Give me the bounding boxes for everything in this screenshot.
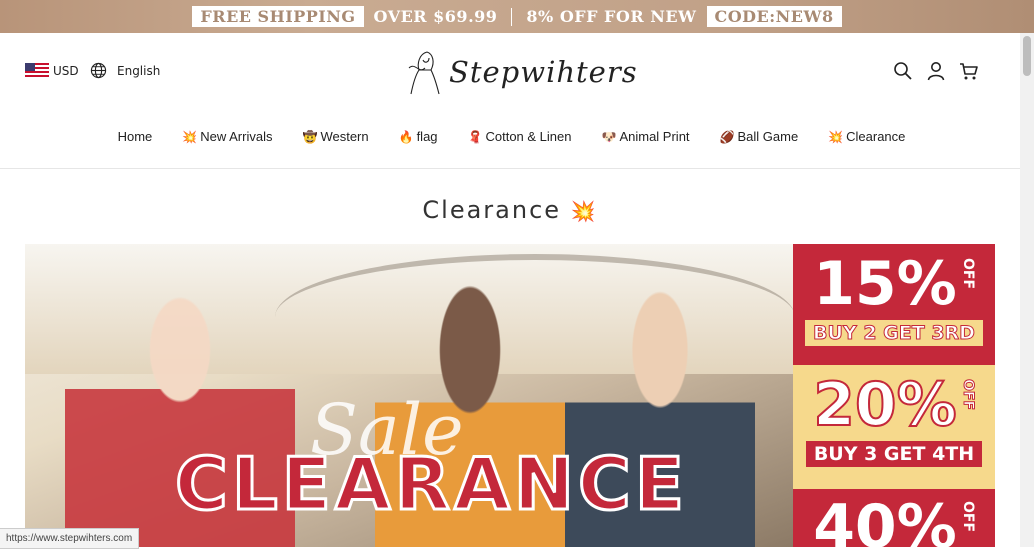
free-shipping-label: FREE SHIPPING <box>192 6 364 27</box>
nav-emoji: 🐶 <box>601 129 617 144</box>
nav-item-western[interactable]: 🤠 Western <box>287 129 383 144</box>
offer-percent-value: 15% <box>813 249 957 319</box>
nav-item-cotton-linen[interactable]: 🧣 Cotton & Linen <box>453 129 587 144</box>
offer-percent-value: 20% <box>812 370 958 440</box>
nav-label: Cotton & Linen <box>485 129 572 144</box>
nav-item-animal-print[interactable]: 🐶 Animal Print <box>587 129 705 144</box>
banner-headline: CLEARANCE <box>173 441 689 528</box>
main-nav: Home 💥 New Arrivals 🤠 Western 🔥 flag 🧣 C… <box>0 129 1020 144</box>
nav-emoji: 🏈 <box>719 129 735 144</box>
cart-icon[interactable] <box>959 61 979 81</box>
nav-label: flag <box>416 129 438 144</box>
promo-divider <box>511 7 513 26</box>
offer-deal: BUY 3 GET 4TH <box>805 441 983 467</box>
offer-block: 15% OFF BUY 2 GET 3RD <box>793 244 995 365</box>
offers-panel: 15% OFF BUY 2 GET 3RD 20% OFF BUY 3 GET … <box>793 244 995 547</box>
search-icon[interactable] <box>893 61 913 81</box>
nav-label: Home <box>117 129 153 144</box>
promo-bar: FREE SHIPPING OVER $69.99 8% OFF FOR NEW… <box>0 0 1034 33</box>
nav-item-clearance[interactable]: 💥 Clearance <box>813 129 920 144</box>
nav-emoji: 💥 <box>182 129 198 144</box>
currency-label: USD <box>53 63 79 78</box>
header-actions <box>893 61 979 81</box>
globe-icon <box>90 62 107 79</box>
nav-label: Ball Game <box>737 129 799 144</box>
nav-item-ball-game[interactable]: 🏈 Ball Game <box>705 129 814 144</box>
offer-off-label: OFF <box>959 258 976 290</box>
nav-label: New Arrivals <box>200 129 273 144</box>
language-selector[interactable]: English <box>90 62 160 79</box>
site-header: USD English Stepwihters Home 💥 New Arriv… <box>0 33 1020 169</box>
offer-off-label: OFF <box>959 501 976 533</box>
offer-block: 20% OFF BUY 3 GET 4TH <box>793 365 995 489</box>
offer-percent: 20% OFF <box>812 370 976 440</box>
nav-emoji: 💥 <box>828 129 844 144</box>
nav-item-flag[interactable]: 🔥 flag <box>384 129 453 144</box>
offer-percent-value: 40% <box>813 492 957 547</box>
site-logo[interactable]: Stepwihters <box>405 48 638 96</box>
nav-emoji: 🤠 <box>302 129 318 144</box>
clearance-banner[interactable]: Sale CLEARANCE 15% OFF BUY 2 GET 3RD 20%… <box>25 244 995 547</box>
scrollbar-thumb[interactable] <box>1023 36 1031 76</box>
promo-code-label: CODE:NEW8 <box>706 6 842 27</box>
nav-item-home[interactable]: Home <box>100 129 168 144</box>
nav-emoji: 🧣 <box>467 129 483 144</box>
logo-text: Stepwihters <box>449 55 638 89</box>
language-label: English <box>117 63 161 78</box>
new-customer-discount-label: 8% OFF FOR NEW <box>526 7 697 26</box>
logo-woman-icon <box>408 51 440 95</box>
currency-selector[interactable]: USD <box>25 63 79 78</box>
nav-emoji: 🔥 <box>398 129 414 144</box>
account-icon[interactable] <box>926 61 946 81</box>
offer-block: 40% OFF <box>793 489 995 547</box>
page-title-text: Clearance <box>422 196 562 224</box>
page-title-emoji: 💥 <box>570 199 598 223</box>
page-scrollbar[interactable] <box>1020 33 1034 547</box>
nav-label: Animal Print <box>619 129 690 144</box>
offer-percent: 15% OFF <box>813 249 976 319</box>
nav-item-new-arrivals[interactable]: 💥 New Arrivals <box>167 129 287 144</box>
us-flag-icon <box>25 63 49 78</box>
offer-percent: 40% OFF <box>813 492 976 547</box>
banner-photo: Sale CLEARANCE <box>25 244 795 547</box>
shipping-threshold-label: OVER $69.99 <box>373 7 498 26</box>
page-title: Clearance 💥 <box>0 196 1020 224</box>
status-bar-url: https://www.stepwihters.com <box>0 528 140 549</box>
offer-off-label: OFF <box>959 378 976 411</box>
nav-label: Clearance <box>846 129 906 144</box>
offer-deal: BUY 2 GET 3RD <box>805 320 983 346</box>
nav-label: Western <box>320 129 369 144</box>
